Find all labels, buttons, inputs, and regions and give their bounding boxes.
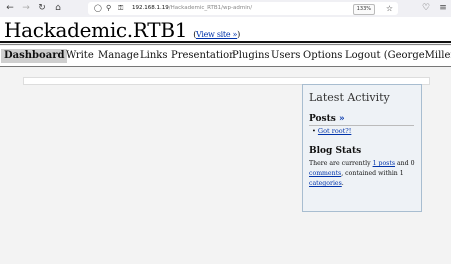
menu-icon[interactable]: ≡ (437, 2, 449, 14)
pocket-icon[interactable]: ♡ (420, 2, 432, 14)
bookmark-star-icon[interactable]: ☆ (386, 2, 393, 15)
url-host: 192.168.1.19 (132, 5, 169, 11)
blog-stats-heading: Blog Stats (309, 146, 362, 156)
menu-item-write[interactable]: Write (66, 50, 94, 62)
bullet-icon: • (312, 127, 316, 135)
menu-item-options[interactable]: Options (303, 50, 342, 62)
posts-divider (309, 125, 414, 126)
shield-icon[interactable]: ◯ (94, 2, 102, 15)
reload-icon[interactable]: ↻ (36, 2, 48, 14)
view-site: (View site ») (193, 30, 240, 39)
view-site-link[interactable]: View site » (196, 30, 237, 39)
menu-item-users[interactable]: Users (271, 50, 300, 62)
posts-heading: Posts » (309, 114, 345, 124)
menu-item-dashboard[interactable]: Dashboard (1, 49, 68, 63)
posts-more-link[interactable]: » (339, 114, 345, 124)
categories-link[interactable]: categories (309, 180, 342, 187)
forward-icon[interactable]: → (20, 2, 32, 14)
stats-end: . (341, 180, 344, 187)
browser-toolbar: ← → ↻ ⌂ ◯ ⚲ ⚿ 192.168.1.19/Hackademic_RT… (0, 0, 451, 18)
stats-prefix: There are currently (309, 160, 373, 167)
blog-title-text: Hackademic.RTB1 (4, 18, 188, 42)
latest-activity-box: Latest Activity Posts » • Got root?! Blo… (302, 84, 422, 212)
tracking-icon[interactable]: ⚲ (106, 2, 111, 15)
menu-item-links[interactable]: Links (140, 50, 167, 62)
blog-title: Hackademic.RTB1 (View site ») (4, 18, 240, 42)
latest-activity-title: Latest Activity (309, 91, 390, 104)
blog-stats-text: There are currently 1 posts and 0 commen… (309, 159, 415, 189)
back-icon[interactable]: ← (4, 2, 16, 14)
posts-heading-text: Posts (309, 114, 336, 124)
stats-within: , contained within 1 (341, 170, 404, 177)
url-path: /Hackademic_RTB1/wp-admin/ (168, 5, 253, 11)
comments-link[interactable]: comments (309, 170, 341, 177)
key-icon[interactable]: ⚿ (118, 2, 123, 15)
list-item: • Got root?! (312, 127, 351, 135)
post-link[interactable]: Got root?! (318, 127, 351, 135)
menu-item-manage[interactable]: Manage (98, 50, 139, 62)
stats-and: and 0 (395, 160, 415, 167)
menu-item-logout[interactable]: Logout (GeorgeMiller) (345, 50, 451, 62)
url-text[interactable]: 192.168.1.19/Hackademic_RTB1/wp-admin/ (132, 2, 252, 15)
zoom-level[interactable]: 133% (352, 4, 375, 15)
dashboard-content: Latest Activity Posts » • Got root?! Blo… (0, 67, 451, 264)
header-divider (0, 41, 451, 43)
address-bar[interactable]: ◯ ⚲ ⚿ 192.168.1.19/Hackademic_RTB1/wp-ad… (88, 2, 398, 15)
home-icon[interactable]: ⌂ (52, 2, 64, 14)
admin-menu: Dashboard Write Manage Links Presentatio… (0, 46, 451, 66)
header-divider-thin (0, 44, 451, 45)
menu-item-plugins[interactable]: Plugins (232, 50, 270, 62)
menu-item-presentation[interactable]: Presentation (171, 50, 236, 62)
paren-close: ) (237, 30, 240, 39)
site-header: Hackademic.RTB1 (View site ») (0, 17, 451, 42)
posts-count-link[interactable]: 1 posts (373, 160, 395, 167)
